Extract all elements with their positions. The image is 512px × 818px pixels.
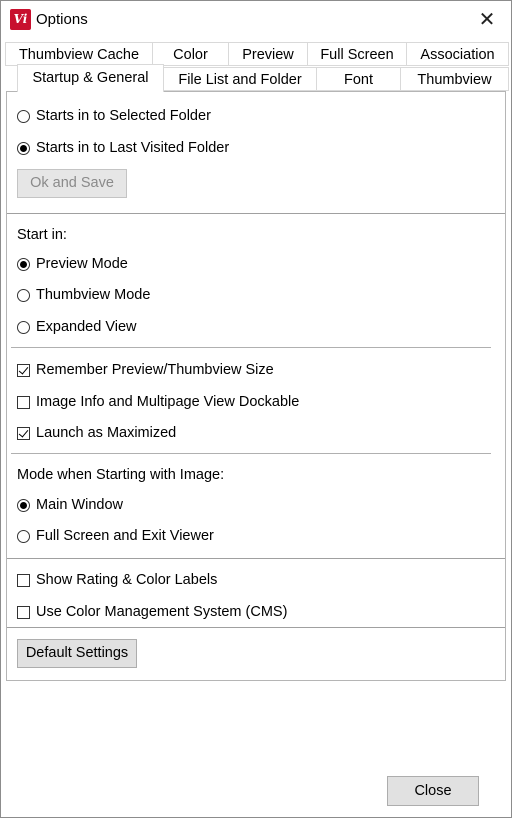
radio-button[interactable] xyxy=(17,288,30,302)
checkbox[interactable] xyxy=(17,363,30,377)
radio-full-screen-exit-label: Full Screen and Exit Viewer xyxy=(36,528,214,544)
checkbox-image-info-dockable[interactable]: Image Info and Multipage View Dockable xyxy=(17,392,299,412)
radio-button[interactable] xyxy=(17,257,30,271)
radio-full-screen-exit[interactable]: Full Screen and Exit Viewer xyxy=(17,526,214,546)
tab-association[interactable]: Association xyxy=(406,42,509,66)
checkbox-use-cms-label: Use Color Management System (CMS) xyxy=(36,604,288,620)
options-dialog: Vi Options ✕ Thumbview Cache Color Previ… xyxy=(0,0,512,818)
radio-button[interactable] xyxy=(17,498,30,512)
checkbox[interactable] xyxy=(17,426,30,440)
tab-font[interactable]: Font xyxy=(316,67,401,91)
checkbox[interactable] xyxy=(17,395,30,409)
checkbox-remember-size-label: Remember Preview/Thumbview Size xyxy=(36,362,274,378)
checkbox-show-rating[interactable]: Show Rating & Color Labels xyxy=(17,570,217,590)
divider xyxy=(7,558,505,559)
checkbox-launch-maximized-label: Launch as Maximized xyxy=(36,425,177,441)
tab-color[interactable]: Color xyxy=(152,42,229,66)
tab-file-list-folder[interactable]: File List and Folder xyxy=(163,67,317,91)
checkbox[interactable] xyxy=(17,605,30,619)
checkbox[interactable] xyxy=(17,573,30,587)
radio-thumbview-mode-label: Thumbview Mode xyxy=(36,287,151,303)
close-button[interactable]: Close xyxy=(387,776,479,806)
checkbox-show-rating-label: Show Rating & Color Labels xyxy=(36,572,218,588)
tab-thumbview-cache[interactable]: Thumbview Cache xyxy=(5,42,153,66)
radio-last-visited-label: Starts in to Last Visited Folder xyxy=(36,140,230,156)
divider xyxy=(11,347,491,348)
divider xyxy=(7,213,505,214)
radio-expanded-view[interactable]: Expanded View xyxy=(17,317,137,337)
radio-button[interactable] xyxy=(17,529,30,543)
radio-expanded-view-label: Expanded View xyxy=(36,319,137,335)
radio-button[interactable] xyxy=(17,109,30,123)
radio-preview-mode[interactable]: Preview Mode xyxy=(17,254,128,274)
radio-button[interactable] xyxy=(17,320,30,334)
close-window-icon[interactable]: ✕ xyxy=(471,5,503,35)
radio-main-window[interactable]: Main Window xyxy=(17,495,123,515)
tab-startup-general[interactable]: Startup & General xyxy=(17,64,164,92)
checkbox-image-info-label: Image Info and Multipage View Dockable xyxy=(36,394,300,410)
radio-last-visited-folder[interactable]: Starts in to Last Visited Folder xyxy=(17,138,229,158)
startup-general-panel: Starts in to Selected Folder Starts in t… xyxy=(6,91,506,681)
radio-main-window-label: Main Window xyxy=(36,497,124,513)
divider xyxy=(7,627,505,628)
tab-preview[interactable]: Preview xyxy=(228,42,308,66)
checkbox-remember-size[interactable]: Remember Preview/Thumbview Size xyxy=(17,360,274,380)
radio-selected-folder[interactable]: Starts in to Selected Folder xyxy=(17,106,211,126)
start-in-label: Start in: xyxy=(17,227,67,243)
radio-preview-mode-label: Preview Mode xyxy=(36,256,128,272)
radio-thumbview-mode[interactable]: Thumbview Mode xyxy=(17,285,150,305)
ok-save-button[interactable]: Ok and Save xyxy=(17,169,127,198)
tab-thumbview[interactable]: Thumbview xyxy=(400,67,509,91)
default-settings-button[interactable]: Default Settings xyxy=(17,639,137,668)
mode-image-label: Mode when Starting with Image: xyxy=(17,467,225,483)
divider xyxy=(11,453,491,454)
tab-full-screen[interactable]: Full Screen xyxy=(307,42,407,66)
window-title: Options xyxy=(36,11,88,28)
title-bar: Vi Options ✕ xyxy=(1,1,511,39)
radio-button[interactable] xyxy=(17,141,30,155)
radio-selected-folder-label: Starts in to Selected Folder xyxy=(36,108,211,124)
checkbox-launch-maximized[interactable]: Launch as Maximized xyxy=(17,423,176,443)
app-logo-icon: Vi xyxy=(10,9,31,30)
checkbox-use-cms[interactable]: Use Color Management System (CMS) xyxy=(17,602,287,622)
